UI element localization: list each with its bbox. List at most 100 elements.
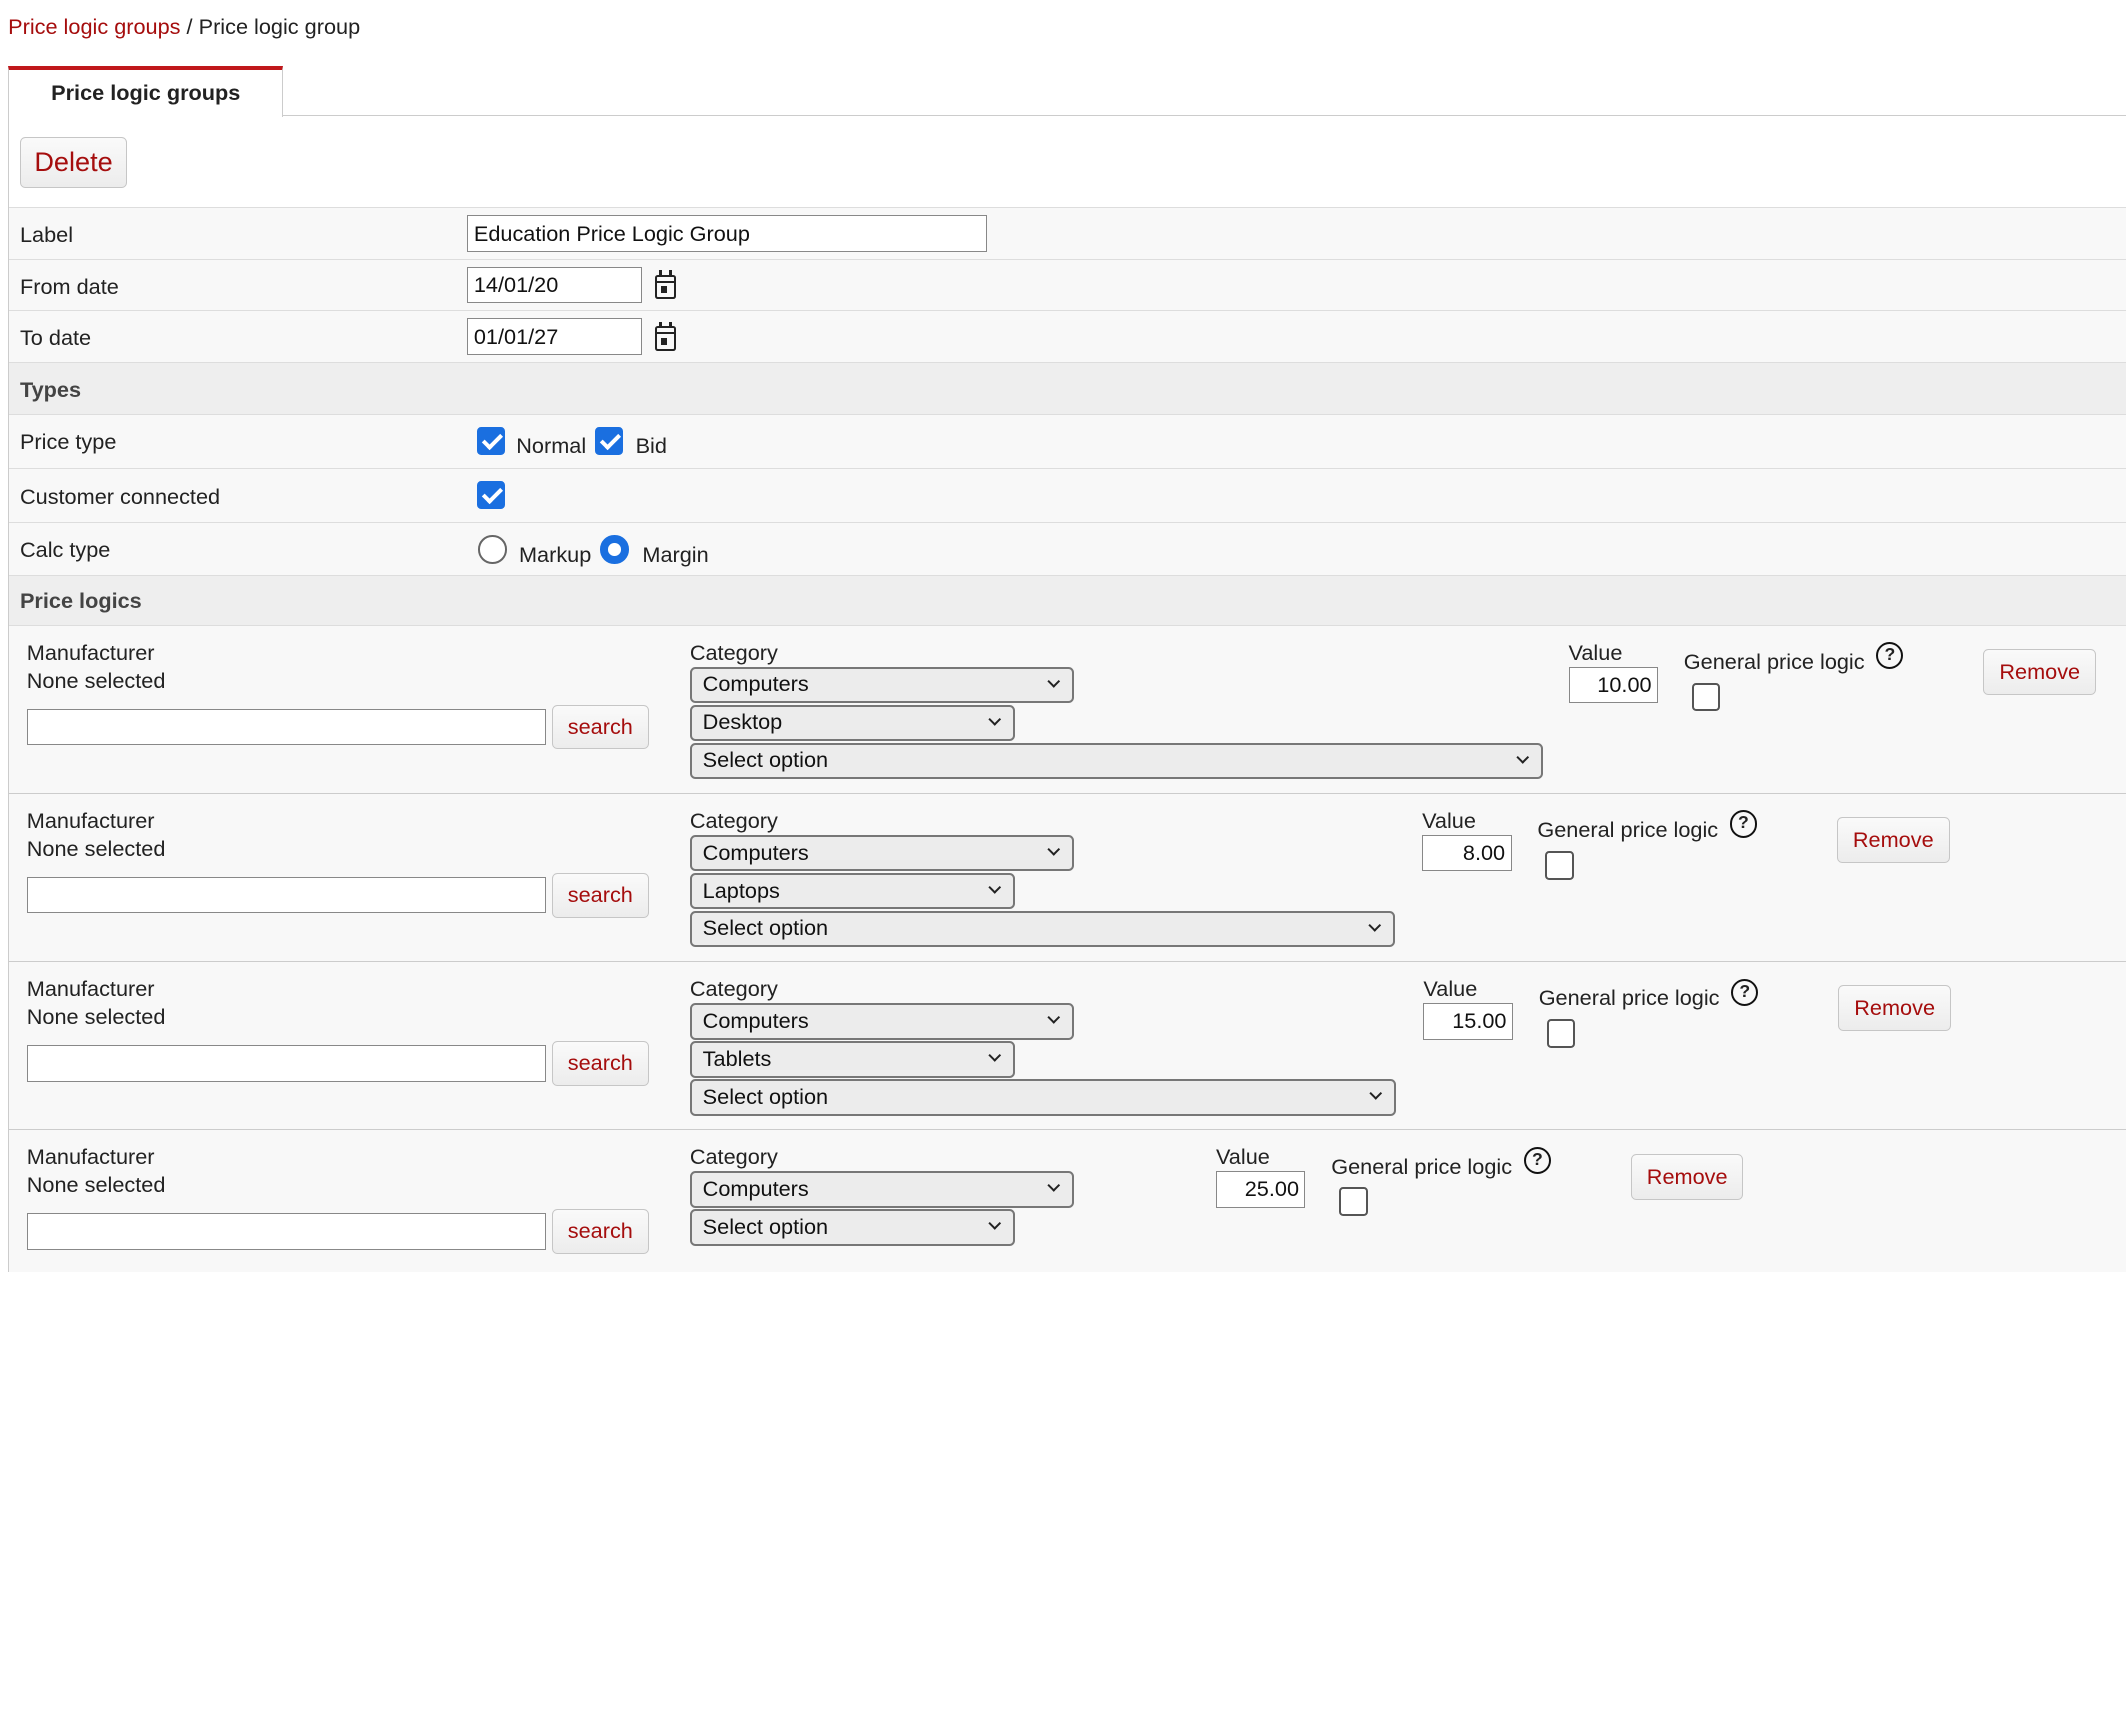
calendar-icon[interactable] (654, 321, 677, 351)
label-row: Label (9, 208, 2126, 260)
customer-connected-checkbox[interactable] (476, 480, 506, 510)
search-button[interactable]: search (551, 872, 650, 918)
page: Price logic groups / Price logic group P… (0, 0, 2126, 1272)
category-select-level1[interactable]: Computers (689, 1002, 1074, 1040)
general-price-logic-label: General price logic (1331, 1153, 1513, 1179)
chevron-down-icon (988, 712, 1002, 727)
price-type-normal-checkbox[interactable] (476, 426, 506, 456)
manufacturer-label: Manufacturer (26, 639, 155, 665)
general-price-logic-checkbox[interactable] (1339, 1187, 1368, 1216)
price-logic-item: Manufacturer None selected search Catego… (9, 794, 2126, 963)
chevron-down-icon (1515, 750, 1530, 765)
calc-type-row: Calc type Markup Margin (9, 522, 2126, 576)
manufacturer-search-input[interactable] (26, 708, 547, 746)
label-input[interactable] (467, 215, 987, 252)
remove-button[interactable]: Remove (1838, 985, 1951, 1032)
customer-connected-row: Customer connected (9, 468, 2126, 523)
chevron-down-icon (1367, 918, 1382, 933)
manufacturer-search-input[interactable] (26, 876, 547, 914)
manufacturer-value: None selected (26, 836, 166, 862)
price-logics-section-header: Price logics (9, 575, 2126, 627)
category-select-level2[interactable]: Select option (689, 1209, 1016, 1246)
category-select-level1[interactable]: Computers (689, 834, 1074, 872)
price-logic-item: Manufacturer None selected search Catego… (9, 626, 2126, 795)
to-date-caption: To date (19, 325, 92, 351)
breadcrumb-current: Price logic group (198, 13, 361, 39)
value-input[interactable] (1422, 834, 1512, 872)
chevron-down-icon (1046, 843, 1060, 857)
to-date-input[interactable] (467, 318, 643, 355)
main-panel: Delete Label From date To date Types Pri… (8, 115, 2126, 1272)
types-section-header: Types (9, 363, 2126, 415)
general-price-logic-checkbox[interactable] (1691, 682, 1721, 712)
calc-type-caption: Calc type (19, 536, 111, 562)
general-price-logic-checkbox[interactable] (1546, 1019, 1576, 1048)
calendar-icon[interactable] (654, 270, 677, 300)
category-select-level2[interactable]: Laptops (689, 872, 1016, 910)
price-logic-item: Manufacturer None selected search Catego… (9, 962, 2126, 1131)
customer-connected-caption: Customer connected (19, 483, 221, 509)
calc-type-margin-label: Margin (642, 541, 709, 567)
chevron-down-icon (988, 880, 1002, 895)
price-type-row: Price type Normal Bid (9, 414, 2126, 469)
remove-button[interactable]: Remove (1837, 817, 1950, 864)
value-label: Value (1215, 1144, 1270, 1169)
manufacturer-label: Manufacturer (26, 807, 155, 833)
category-label: Category (689, 807, 778, 833)
types-heading: Types (19, 376, 82, 402)
category-select-level3[interactable]: Select option (689, 910, 1395, 948)
help-icon[interactable]: ? (1876, 642, 1904, 670)
manufacturer-value: None selected (26, 668, 166, 694)
value-input[interactable] (1215, 1171, 1306, 1208)
manufacturer-label: Manufacturer (26, 1144, 155, 1169)
breadcrumb: Price logic groups / Price logic group (8, 14, 360, 40)
category-label: Category (689, 1144, 778, 1169)
breadcrumb-separator: / (186, 13, 193, 39)
value-input[interactable] (1423, 1002, 1513, 1040)
chevron-down-icon (988, 1217, 1002, 1231)
calc-type-markup-radio[interactable] (478, 535, 507, 564)
general-price-logic-label: General price logic (1538, 985, 1720, 1011)
chevron-down-icon (1046, 1179, 1060, 1193)
breadcrumb-parent-link[interactable]: Price logic groups (8, 14, 180, 39)
manufacturer-label: Manufacturer (26, 975, 155, 1001)
category-label: Category (689, 639, 778, 665)
help-icon[interactable]: ? (1731, 978, 1759, 1006)
manufacturer-search-input[interactable] (26, 1213, 547, 1250)
tab-price-logic-groups[interactable]: Price logic groups (8, 66, 284, 117)
category-label: Category (689, 975, 778, 1001)
value-label: Value (1423, 975, 1478, 1001)
label-caption: Label (19, 222, 74, 247)
from-date-input[interactable] (467, 266, 643, 304)
search-button[interactable]: search (551, 1040, 650, 1086)
value-label: Value (1422, 807, 1476, 833)
search-button[interactable]: search (551, 1209, 650, 1254)
help-icon[interactable]: ? (1523, 1146, 1551, 1174)
manufacturer-search-input[interactable] (26, 1045, 547, 1082)
remove-button[interactable]: Remove (1630, 1153, 1744, 1200)
category-select-level2[interactable]: Desktop (689, 704, 1016, 742)
category-select-level3[interactable]: Select option (689, 1078, 1397, 1116)
remove-button[interactable]: Remove (1983, 649, 2096, 696)
value-input[interactable] (1568, 666, 1658, 704)
category-select-level2[interactable]: Tablets (689, 1040, 1016, 1078)
calc-type-margin-radio[interactable] (600, 535, 629, 564)
value-label: Value (1568, 639, 1623, 665)
to-date-row: To date (9, 311, 2126, 363)
search-button[interactable]: search (551, 704, 650, 750)
price-type-bid-label: Bid (635, 433, 667, 459)
chevron-down-icon (1369, 1087, 1383, 1101)
manufacturer-value: None selected (26, 1172, 166, 1198)
price-type-normal-label: Normal (516, 433, 587, 459)
price-type-bid-checkbox[interactable] (594, 426, 624, 456)
chevron-down-icon (1046, 1011, 1060, 1025)
help-icon[interactable]: ? (1729, 810, 1757, 838)
general-price-logic-checkbox[interactable] (1545, 851, 1574, 880)
category-select-level1[interactable]: Computers (689, 666, 1074, 704)
category-select-level1[interactable]: Computers (689, 1171, 1074, 1208)
delete-button[interactable]: Delete (19, 136, 128, 189)
from-date-row: From date (9, 259, 2126, 312)
category-select-level3[interactable]: Select option (689, 742, 1543, 780)
chevron-down-icon (988, 1049, 1002, 1063)
toolbar: Delete (9, 116, 2126, 209)
